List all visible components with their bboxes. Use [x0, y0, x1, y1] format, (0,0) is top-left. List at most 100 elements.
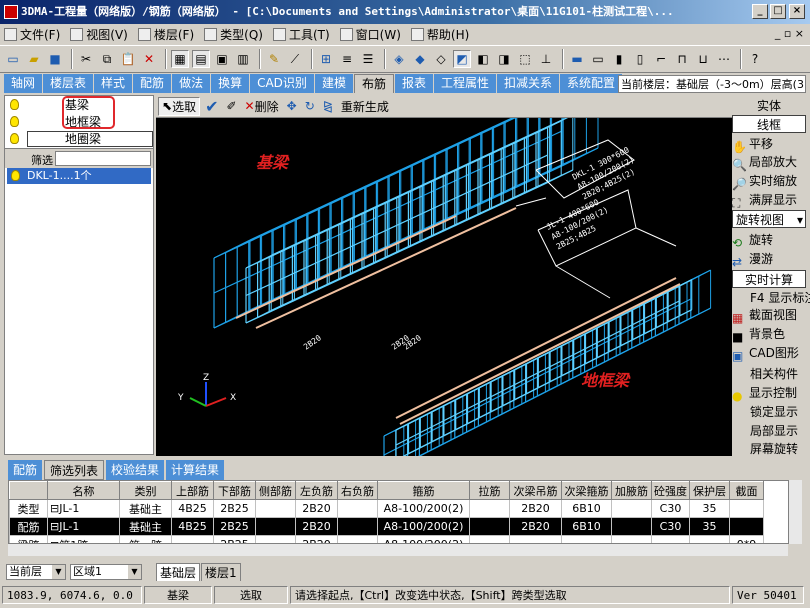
module-tab[interactable]: 样式 [94, 74, 133, 93]
bottom-tab[interactable]: 筛选列表 [44, 460, 105, 480]
table-cell[interactable] [255, 535, 296, 543]
table-row[interactable]: 梁跨⊞第1跨第一跨 2B25 2B20 A8-100/200(2) 0*9 [9, 535, 764, 543]
table-cell[interactable]: 2B20 [295, 517, 338, 536]
view-control-item[interactable]: 🔎 实时缩放 [732, 172, 806, 191]
table-cell[interactable]: A8-100/200(2) [377, 535, 470, 543]
table-cell[interactable] [337, 517, 378, 536]
column-header[interactable]: 箍筋 [377, 481, 470, 500]
column-header[interactable]: 砼强度 [651, 481, 690, 500]
regenerate-button[interactable]: 重新生成 [338, 97, 392, 116]
table-cell[interactable] [509, 535, 562, 543]
view-control-item[interactable]: 局部显示 [732, 422, 806, 440]
table-cell[interactable]: 35 [689, 517, 730, 536]
view-wire-icon[interactable]: ◩ [453, 50, 471, 68]
table-cell[interactable] [469, 499, 510, 518]
menu-floor[interactable]: 楼层(F) [137, 26, 194, 43]
save-icon[interactable]: ■ [46, 50, 64, 68]
table-cell[interactable]: 2B20 [295, 499, 338, 518]
view-top-icon[interactable]: ◇ [432, 50, 450, 68]
foundation-beam-wireframe[interactable] [213, 118, 599, 329]
column-header[interactable]: 下部筋 [213, 481, 256, 500]
axis-icon[interactable]: ⊥ [537, 50, 555, 68]
layer-tab-base[interactable]: 基础层 [156, 563, 201, 581]
module-tab[interactable]: 工程属性 [433, 74, 496, 93]
table-cell[interactable]: 2B25 [213, 535, 256, 543]
wall-icon[interactable]: ▯ [631, 50, 649, 68]
scope-select[interactable]: 当前层 ▼ [6, 564, 66, 580]
cut-icon[interactable]: ✂ [77, 50, 95, 68]
minimize-button[interactable]: _ [752, 4, 768, 19]
select-grid-icon[interactable]: ▦ [171, 50, 189, 68]
column-header[interactable] [9, 481, 48, 500]
paste-icon[interactable]: 📋 [119, 50, 137, 68]
column-header[interactable]: 拉筋 [469, 481, 510, 500]
column-icon[interactable]: ▮ [610, 50, 628, 68]
menu-type[interactable]: 类型(Q) [204, 26, 263, 43]
table-cell[interactable]: C30 [651, 517, 690, 536]
column-header[interactable]: 次梁吊筋 [509, 481, 562, 500]
open-file-icon[interactable]: ▰ [25, 50, 43, 68]
table-cell[interactable]: C30 [651, 499, 690, 518]
tools-more-icon[interactable]: ⋯ [715, 50, 733, 68]
table-cell[interactable]: 2B25 [213, 499, 256, 518]
table-cell[interactable]: 基础主 [119, 499, 172, 518]
component-list-item[interactable]: DKL-1....1个 [7, 168, 151, 184]
view-iso-icon[interactable]: ⬚ [516, 50, 534, 68]
table-cell[interactable]: 第一跨 [119, 535, 172, 543]
view-solid-icon[interactable]: ◆ [411, 50, 429, 68]
table-cell[interactable]: 配筋 [9, 517, 48, 536]
maximize-button[interactable]: □ [770, 4, 786, 19]
mirror-button[interactable]: ⧎ [320, 97, 336, 116]
menu-window[interactable]: 窗口(W) [339, 26, 401, 43]
column-header[interactable]: 次梁箍筋 [561, 481, 612, 500]
type-item-diquanliang[interactable]: 地圈梁 [5, 130, 153, 148]
menu-view[interactable]: 视图(V) [70, 26, 128, 43]
bulb-icon[interactable] [10, 116, 19, 127]
move-button[interactable]: ✥ [284, 97, 300, 116]
confirm-button[interactable]: ✔ [202, 97, 221, 116]
view-control-item[interactable]: ⛶ 满屏显示 [732, 191, 806, 210]
view-front-icon[interactable]: ◧ [474, 50, 492, 68]
pencil-icon[interactable]: ✎ [265, 50, 283, 68]
module-tab[interactable]: 报表 [394, 74, 433, 93]
delete-icon[interactable]: ✕ [140, 50, 158, 68]
table-cell[interactable] [689, 535, 730, 543]
view-control-item[interactable]: ⇄ 漫游 [732, 250, 806, 269]
table-cell[interactable] [337, 535, 378, 543]
column-header[interactable]: 加腋筋 [611, 481, 652, 500]
table-cell[interactable] [561, 535, 612, 543]
window-tool-icon[interactable]: ⊔ [694, 50, 712, 68]
mdi-controls[interactable]: _ ▫ × [775, 27, 804, 40]
type-item-dikuangliang[interactable]: 地框梁 [5, 113, 153, 147]
view-control-item[interactable]: 实体 [732, 97, 806, 115]
measure-icon[interactable]: ⟋ [286, 50, 304, 68]
layer-tab-floor1[interactable]: 楼层1 [201, 563, 241, 581]
module-tab[interactable]: CAD识别 [250, 74, 314, 93]
table-icon[interactable]: ▤ [192, 50, 210, 68]
table-cell[interactable] [729, 517, 764, 536]
table-cell[interactable]: 2B25 [213, 517, 256, 536]
table-cell[interactable]: 梁跨 [9, 535, 48, 543]
layer-icon[interactable]: ≡ [338, 50, 356, 68]
view-control-item[interactable]: ✋ 平移 [732, 135, 806, 154]
module-tab[interactable]: 做法 [172, 74, 211, 93]
view-control-item[interactable]: 相关构件 [732, 365, 806, 383]
door-icon[interactable]: ⊓ [673, 50, 691, 68]
view-control-item[interactable]: 锁定显示 [732, 403, 806, 421]
view-control-item[interactable]: 🔍 局部放大 [732, 153, 806, 172]
table-cell[interactable] [729, 499, 764, 518]
bulb-icon[interactable] [11, 170, 20, 181]
table-cell[interactable] [171, 535, 214, 543]
table-cell[interactable] [337, 499, 378, 518]
bulb-icon[interactable] [10, 133, 19, 144]
table-cell[interactable]: 类型 [9, 499, 48, 518]
edit-button[interactable]: ✐ [223, 97, 239, 116]
table-row[interactable]: 配筋 ⊟JL-1 基础主 4B25 2B25 2B20 A8-100/200(2) 2B20 6… [9, 517, 764, 536]
table-cell[interactable] [651, 535, 690, 543]
column-header[interactable]: 右负筋 [337, 481, 378, 500]
calc-icon[interactable]: ▣ [213, 50, 231, 68]
rebar-3d-drawing[interactable]: 基梁 地框梁 DKL-1 300*600 A8-100/200(2) 2B20;… [156, 118, 732, 456]
module-tab[interactable]: 建模 [314, 74, 353, 93]
grid-horizontal-scrollbar[interactable] [8, 544, 788, 556]
table-cell[interactable]: 2B20 [509, 517, 562, 536]
